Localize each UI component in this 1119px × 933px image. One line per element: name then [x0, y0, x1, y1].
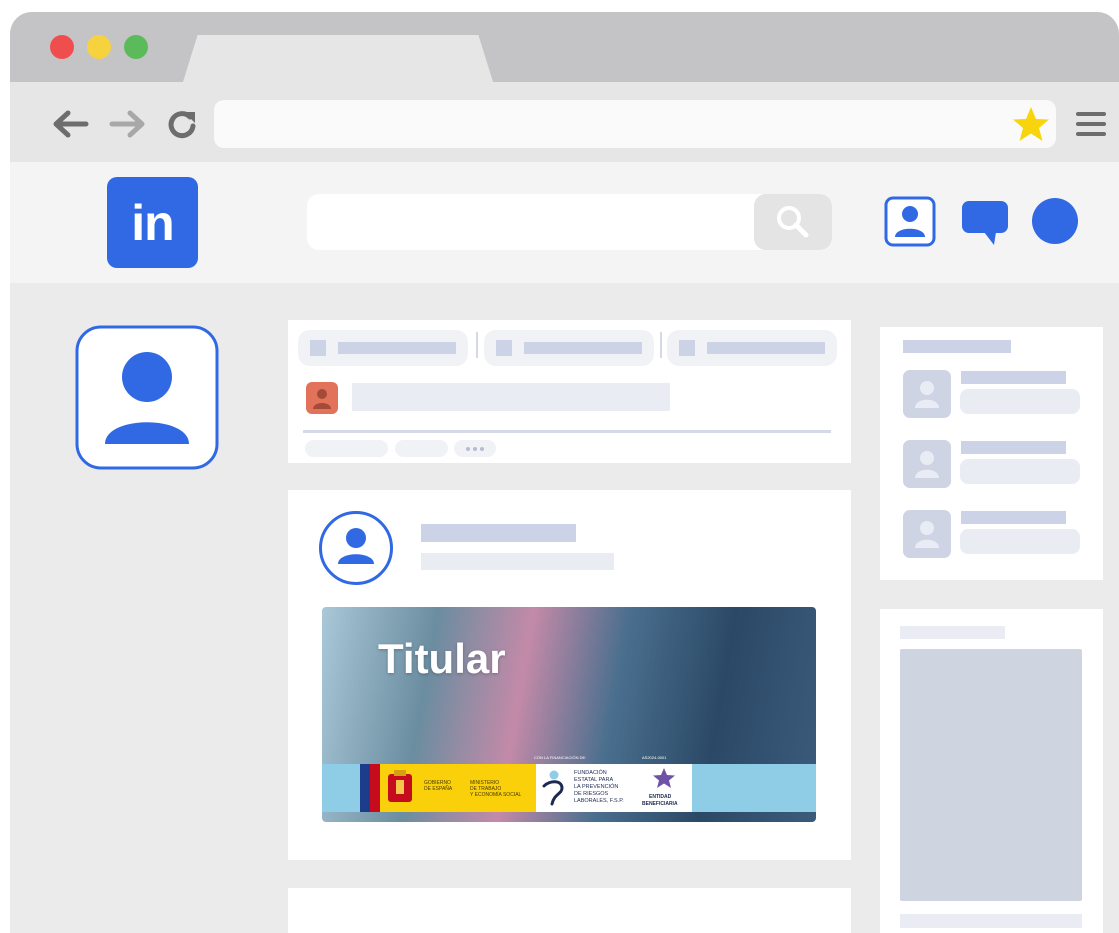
post-author-name — [421, 524, 576, 542]
back-arrow-icon[interactable] — [50, 108, 90, 140]
ad-card-title — [900, 626, 1005, 639]
close-window-button[interactable] — [50, 35, 74, 59]
feed-post: Titular CON LA FINANCIACIÓN DE: AS2024-0… — [288, 490, 851, 860]
suggestion-item[interactable] — [903, 370, 1083, 418]
browser-tab[interactable] — [182, 35, 494, 85]
browser-window: in Titular CON LA FINANCIACIÓN DE: AS202… — [10, 12, 1119, 933]
suggestions-title — [903, 340, 1011, 353]
ad-card — [880, 609, 1103, 933]
ad-caption — [900, 914, 1082, 928]
search-icon — [777, 206, 809, 238]
suggestion-item[interactable] — [903, 440, 1083, 488]
funding-banner: CON LA FINANCIACIÓN DE: AS2024-0001 GOBI… — [322, 755, 816, 812]
profile-icon[interactable] — [884, 196, 938, 248]
user-icon — [903, 440, 951, 488]
share-option-2[interactable] — [395, 440, 448, 457]
search-button[interactable] — [754, 194, 832, 250]
ad-image[interactable] — [900, 649, 1082, 901]
image-title: Titular — [378, 635, 506, 682]
browser-toolbar — [10, 82, 1119, 162]
reload-icon[interactable] — [162, 108, 202, 140]
share-tab-3[interactable] — [667, 330, 837, 366]
share-tab-2[interactable] — [484, 330, 654, 366]
coat-of-arms-icon — [388, 770, 412, 802]
forward-arrow-icon[interactable] — [108, 108, 148, 140]
avatar-icon[interactable] — [1032, 198, 1078, 244]
search-box[interactable] — [307, 194, 832, 250]
star-icon[interactable] — [1011, 104, 1051, 144]
chat-icon[interactable] — [960, 196, 1010, 246]
url-bar[interactable] — [214, 100, 1056, 148]
eu-flag-strip — [360, 764, 370, 812]
divider — [303, 430, 831, 433]
hamburger-menu-icon[interactable] — [1074, 110, 1108, 138]
star-badge-icon — [653, 768, 675, 788]
share-option-1[interactable] — [305, 440, 388, 457]
feed-post-next — [288, 888, 851, 933]
fundacion-logo: FUNDACIÓN ESTATAL PARA LA PREVENCIÓN DE … — [536, 764, 692, 812]
app-header: in — [10, 162, 1119, 283]
suggestion-item[interactable] — [903, 510, 1083, 558]
user-icon — [903, 510, 951, 558]
minimize-window-button[interactable] — [87, 35, 111, 59]
user-icon — [306, 382, 338, 414]
title-bar — [10, 12, 1119, 85]
maximize-window-button[interactable] — [124, 35, 148, 59]
fundacion-emblem-icon — [542, 770, 564, 806]
post-image[interactable]: Titular CON LA FINANCIACIÓN DE: AS2024-0… — [322, 607, 816, 822]
share-input[interactable] — [352, 383, 670, 411]
post-author-avatar[interactable] — [318, 510, 394, 586]
suggestions-card — [880, 327, 1103, 580]
post-author-meta — [421, 553, 614, 570]
government-logo: GOBIERNO DE ESPAÑA MINISTERIO DE TRABAJO… — [360, 764, 536, 812]
share-box — [288, 320, 851, 463]
profile-card-avatar[interactable] — [75, 325, 221, 471]
user-icon — [903, 370, 951, 418]
linkedin-logo[interactable]: in — [107, 177, 198, 268]
share-tab-1[interactable] — [298, 330, 468, 366]
more-options-button[interactable] — [454, 440, 496, 457]
